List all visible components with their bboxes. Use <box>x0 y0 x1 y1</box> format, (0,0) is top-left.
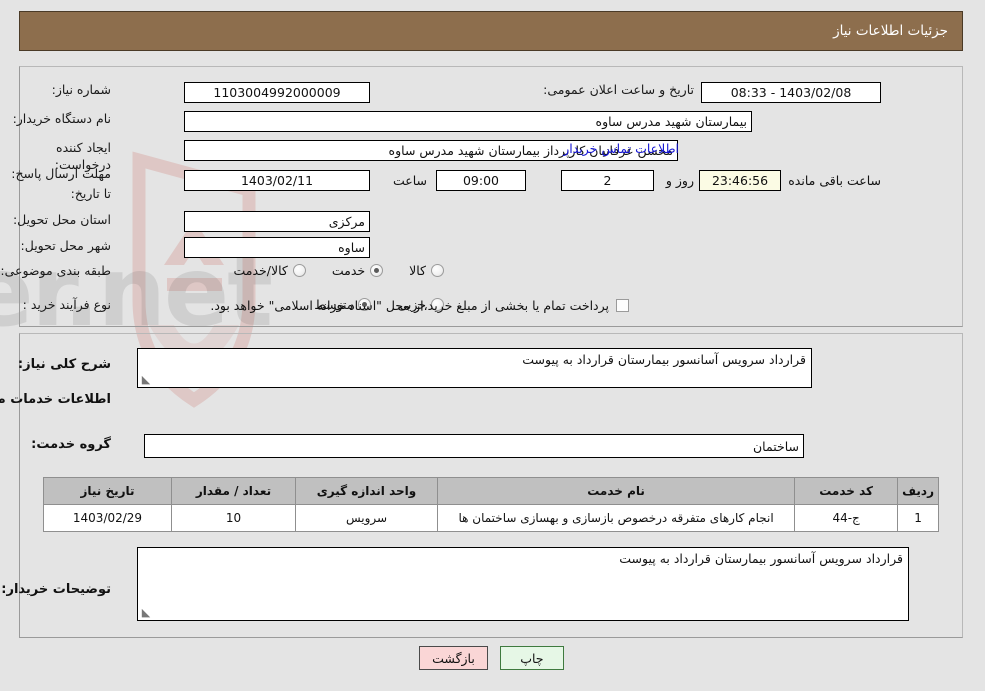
deadline-hour-value: 09:00 <box>463 173 501 188</box>
table-header-row: ردیف کد خدمت نام خدمت واحد اندازه گیری ت… <box>44 477 940 505</box>
announce-datetime-field[interactable]: 1403/02/08 - 08:33 <box>702 82 882 103</box>
category-radio-group: کالا خدمت کالا/خدمت <box>234 263 445 278</box>
province-label: استان محل تحویل: <box>13 212 112 227</box>
province-field[interactable]: مرکزی <box>185 211 371 232</box>
category-option-label: کالا/خدمت <box>234 263 289 278</box>
resize-grip-icon[interactable]: ◢ <box>141 373 153 386</box>
print-button[interactable]: چاپ <box>500 646 565 670</box>
announce-datetime-label: تاریخ و ساعت اعلان عمومی: <box>544 82 695 97</box>
category-option-kala-khedmat[interactable]: کالا/خدمت <box>234 263 307 278</box>
th-code: کد خدمت <box>795 477 900 505</box>
th-index: ردیف <box>898 477 940 505</box>
countdown-timer-field: 23:46:56 <box>700 170 782 191</box>
general-desc-value: قرارداد سرویس آسانسور بیمارستان قرارداد … <box>523 352 807 367</box>
remaining-days-value: 2 <box>604 173 613 188</box>
cell-unit: سرویس <box>296 504 439 532</box>
service-group-label: گروه خدمت: <box>32 437 112 452</box>
city-field[interactable]: ساوه <box>185 237 371 258</box>
th-date: تاریخ نیاز <box>44 477 173 505</box>
deadline-date-value: 1403/02/11 <box>241 173 315 188</box>
deadline-date-field[interactable]: 1403/02/11 <box>185 170 371 191</box>
page-title: جزئیات اطلاعات نیاز <box>834 23 949 39</box>
city-value: ساوه <box>339 240 366 255</box>
city-label: شهر محل تحویل: <box>21 238 112 253</box>
radio-icon[interactable] <box>371 264 385 277</box>
general-desc-textarea[interactable]: قرارداد سرویس آسانسور بیمارستان قرارداد … <box>138 348 813 388</box>
radio-icon[interactable] <box>432 264 445 277</box>
services-table: ردیف کد خدمت نام خدمت واحد اندازه گیری ت… <box>44 477 940 532</box>
table-row: 1 ج-44 انجام کارهای متفرقه درخصوص بازساز… <box>44 504 940 532</box>
need-number-label: شماره نیاز: <box>52 82 112 97</box>
need-number-field[interactable]: 1103004992000009 <box>185 82 371 103</box>
category-option-label: خدمت <box>332 263 367 278</box>
service-group-field[interactable]: ساختمان <box>145 434 805 458</box>
category-option-kala[interactable]: کالا <box>410 263 445 278</box>
deadline-hour-field[interactable]: 09:00 <box>437 170 527 191</box>
services-section-title: اطلاعات خدمات مورد نیاز <box>0 392 112 407</box>
announce-datetime-value: 1403/02/08 - 08:33 <box>731 85 853 100</box>
back-button[interactable]: بازگشت <box>420 646 489 670</box>
category-option-label: کالا <box>410 263 427 278</box>
buyer-org-label: نام دستگاه خریدار: <box>13 111 112 126</box>
buyer-org-value: بیمارستان شهید مدرس ساوه <box>596 114 748 129</box>
cell-date: 1403/02/29 <box>44 504 173 532</box>
category-option-khedmat[interactable]: خدمت <box>332 263 385 278</box>
deadline-label: مهلت ارسال پاسخ: تا تاریخ: <box>12 166 112 201</box>
countdown-timer-value: 23:46:56 <box>712 173 770 188</box>
need-number-value: 1103004992000009 <box>214 85 342 100</box>
buyer-notes-label: توضیحات خریدار: <box>2 582 112 597</box>
service-group-value: ساختمان <box>754 438 800 454</box>
resize-grip-icon[interactable]: ◢ <box>141 606 153 619</box>
cell-quantity: 10 <box>172 504 297 532</box>
province-value: مرکزی <box>329 214 366 229</box>
cell-name: انجام کارهای متفرقه درخصوص بازسازی و بهس… <box>437 504 797 532</box>
radio-icon[interactable] <box>293 264 307 277</box>
top-info-panel <box>20 66 964 327</box>
buyer-org-field[interactable]: بیمارستان شهید مدرس ساوه <box>185 111 753 132</box>
th-quantity: تعداد / مقدار <box>172 477 297 505</box>
remaining-days-field[interactable]: 2 <box>562 170 655 191</box>
buyer-notes-value: قرارداد سرویس آسانسور بیمارستان قرارداد … <box>620 551 904 566</box>
page-title-bar: جزئیات اطلاعات نیاز <box>20 11 964 51</box>
days-label: روز و <box>666 173 695 188</box>
cell-code: ج-44 <box>795 504 900 532</box>
remaining-hours-label: ساعت باقی مانده <box>789 173 882 188</box>
treasury-checkbox[interactable] <box>617 299 630 312</box>
deadline-hour-label: ساعت <box>393 173 428 188</box>
category-label: طبقه بندی موضوعی: <box>1 263 112 278</box>
cell-index: 1 <box>898 504 940 532</box>
buyer-contact-link[interactable]: اطلاعات تماس خریدار <box>564 141 680 156</box>
general-desc-label: شرح کلی نیاز: <box>18 357 112 372</box>
th-name: نام خدمت <box>437 477 797 505</box>
th-unit: واحد اندازه گیری <box>296 477 439 505</box>
process-type-label: نوع فرآیند خرید : <box>23 297 112 312</box>
need-details-page: AriaTender.net جزئیات اطلاعات نیاز شماره… <box>0 0 985 691</box>
footer-button-bar: بازگشت چاپ <box>0 646 985 670</box>
services-table-wrapper: ردیف کد خدمت نام خدمت واحد اندازه گیری ت… <box>44 477 940 532</box>
treasury-note: پرداخت تمام یا بخشی از مبلغ خرید،از محل … <box>211 298 610 313</box>
buyer-notes-textarea[interactable]: قرارداد سرویس آسانسور بیمارستان قرارداد … <box>138 547 910 621</box>
